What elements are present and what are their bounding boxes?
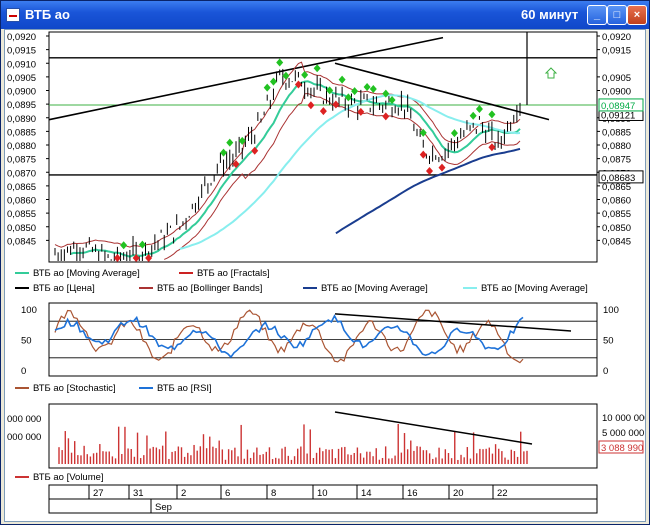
time-tick-label: 27: [93, 488, 104, 499]
minimize-button[interactable]: _: [587, 5, 607, 25]
price-tick-label: 0,0915: [7, 46, 36, 57]
price-panel: [48, 31, 598, 263]
legend-entry[interactable]: ВТБ ао [Moving Average]: [321, 283, 428, 294]
legend-entry[interactable]: ВТБ ао [Moving Average]: [481, 283, 588, 294]
price-tick-label: 0,0880: [7, 141, 36, 152]
time-tick-label: 2: [181, 488, 186, 499]
volume-last-value: 3 088 990: [601, 443, 643, 454]
oscillator-tick-label-right: 0: [603, 366, 608, 377]
month-label: Sep: [155, 502, 172, 513]
legend-entry[interactable]: ВТБ ао [Volume]: [33, 472, 104, 483]
period-label: 60 минут: [521, 7, 579, 22]
chart-window: ВТБ ао 60 минут _ □ × 0,0920 0,0915 0,0910…: [0, 0, 650, 525]
price-tick-label: 0,0885: [7, 127, 36, 138]
price-tick-label: 0,0895: [7, 100, 36, 111]
time-tick-label: 10: [317, 488, 328, 499]
time-tick-label: 20: [453, 488, 464, 499]
price-tick-label: 0,0920: [7, 32, 36, 43]
price-tick-label: 0,0875: [7, 155, 36, 166]
oscillator-tick-label-right: 50: [603, 336, 614, 347]
volume-tick-label: 000 000: [7, 414, 41, 425]
price-tick-label: 0,0850: [7, 223, 36, 234]
volume-tick-label-right: 5 000 000: [602, 428, 644, 439]
price-tick-label-right: 0,0845: [602, 236, 631, 247]
oscillator-tick-label-right: 100: [603, 305, 619, 316]
price-tick-label-right: 0,0885: [602, 127, 631, 138]
window-title: ВТБ ао: [25, 7, 70, 22]
price-tick-label: 0,0890: [7, 114, 36, 125]
price-label: 0,09121: [601, 110, 635, 121]
price-tick-label: 0,0900: [7, 87, 36, 98]
legend-entry[interactable]: ВТБ ао [Moving Average]: [33, 268, 140, 279]
price-label: 0,08683: [601, 173, 635, 184]
close-button[interactable]: ×: [627, 5, 647, 25]
maximize-button[interactable]: □: [607, 5, 627, 25]
price-label: 0,08947: [601, 101, 635, 112]
title-bar[interactable]: ВТБ ао 60 минут _ □ ×: [1, 1, 649, 29]
oscillator-tick-label: 50: [21, 336, 32, 347]
app-icon: [6, 8, 20, 22]
time-tick-label: 16: [407, 488, 418, 499]
legend-entry[interactable]: ВТБ ао [Bollinger Bands]: [157, 283, 262, 294]
price-tick-label: 0,0910: [7, 59, 36, 70]
volume-tick-label: 000 000: [7, 432, 41, 443]
chart-svg: 0,0920 0,0915 0,0910 0,0905 0,0900 0,0895 0,08…: [7, 31, 645, 514]
price-tick-label-right: 0,0850: [602, 223, 631, 234]
price-tick-label: 0,0860: [7, 196, 36, 207]
price-tick-label-right: 0,0905: [602, 73, 631, 84]
price-tick-label-right: 0,0855: [602, 209, 631, 220]
price-tick-label: 0,0855: [7, 209, 36, 220]
legend-entry[interactable]: ВТБ ао [RSI]: [157, 383, 212, 394]
price-tick-label-right: 0,0920: [602, 32, 631, 43]
price-tick-label-right: 0,0915: [602, 46, 631, 57]
price-tick-label: 0,0845: [7, 236, 36, 247]
oscillator-tick-label: 0: [21, 366, 26, 377]
price-tick-label: 0,0905: [7, 73, 36, 84]
time-tick-label: 14: [361, 488, 372, 499]
price-tick-label-right: 0,0880: [602, 141, 631, 152]
price-tick-label-right: 0,0900: [602, 87, 631, 98]
price-tick-label-right: 0,0860: [602, 196, 631, 207]
time-tick-label: 22: [497, 488, 508, 499]
legend-entry[interactable]: ВТБ ао [Цена]: [33, 283, 95, 294]
chart-area[interactable]: 0,0920 0,0915 0,0910 0,0905 0,0900 0,0895 0,08…: [4, 29, 646, 522]
time-tick-label: 31: [133, 488, 144, 499]
legend-entry[interactable]: ВТБ ао [Stochastic]: [33, 383, 116, 394]
price-tick-label: 0,0870: [7, 168, 36, 179]
price-tick-label-right: 0,0875: [602, 155, 631, 166]
time-tick-label: 8: [271, 488, 276, 499]
price-tick-label: 0,0865: [7, 182, 36, 193]
volume-tick-label-right: 10 000 000: [602, 413, 645, 424]
oscillator-tick-label: 100: [21, 305, 37, 316]
legend-entry[interactable]: ВТБ ао [Fractals]: [197, 268, 270, 279]
time-tick-label: 6: [225, 488, 230, 499]
